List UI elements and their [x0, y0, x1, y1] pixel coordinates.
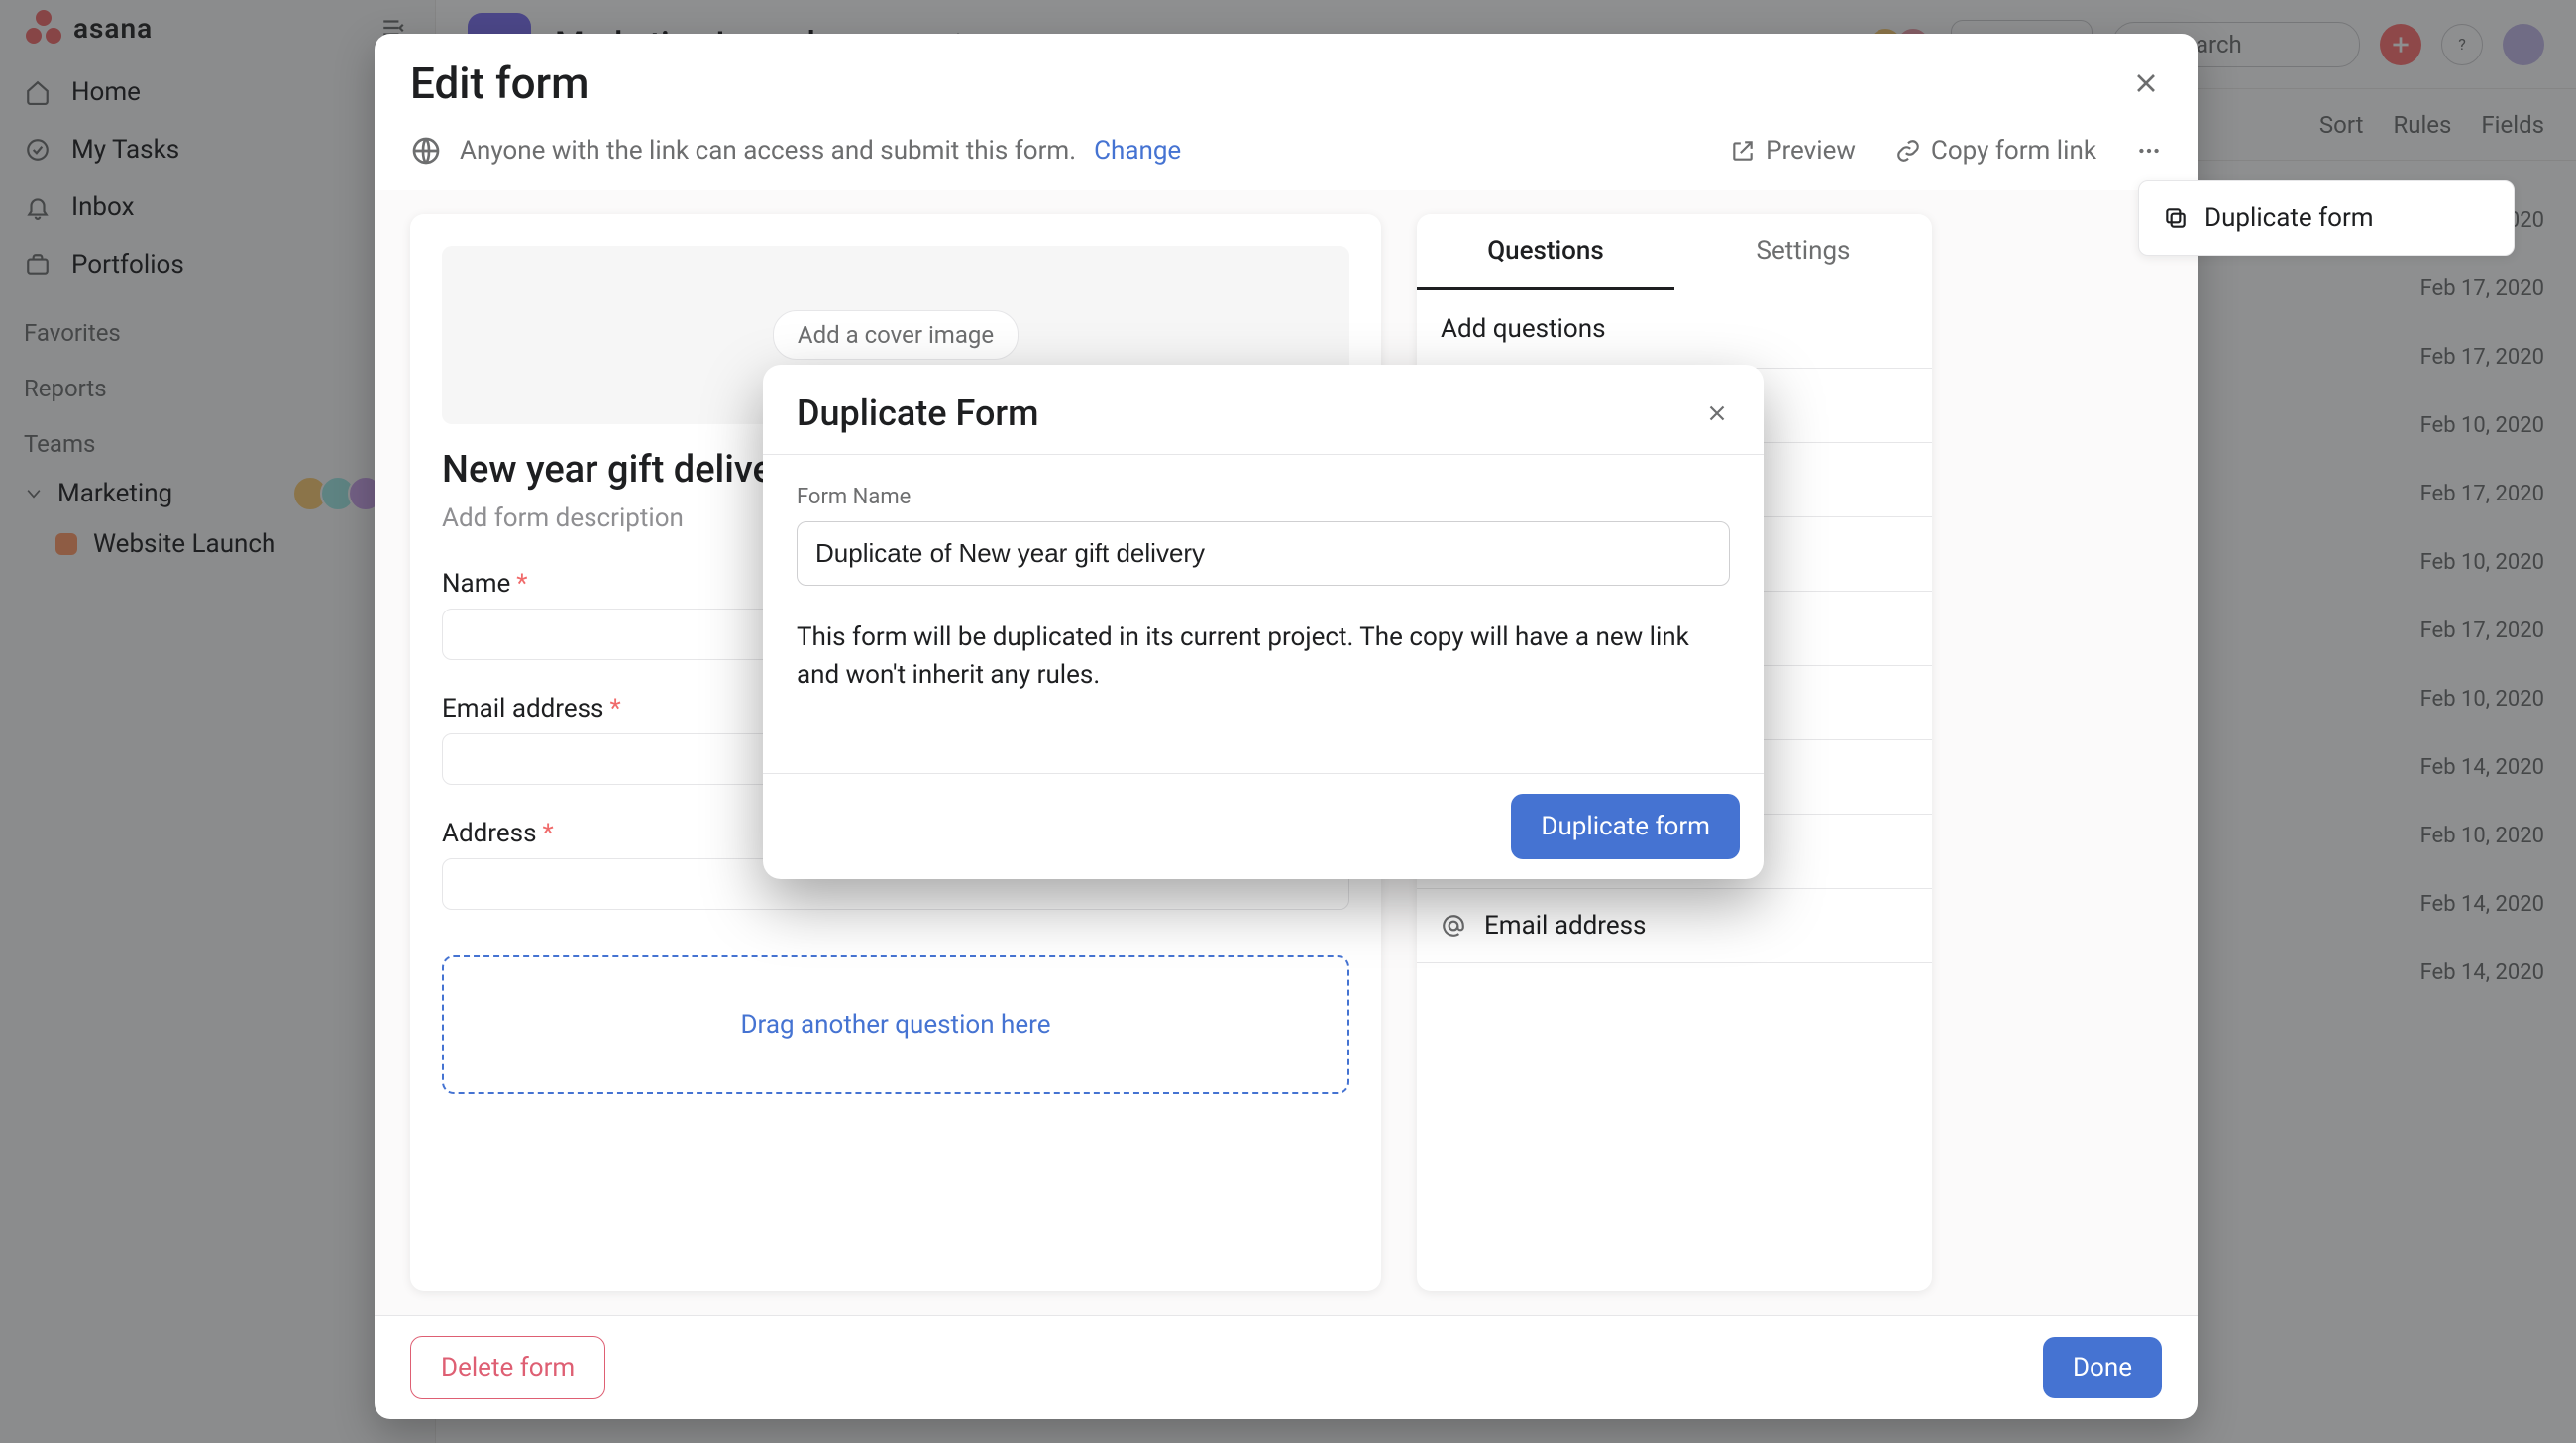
- context-menu: Duplicate form: [2138, 180, 2515, 256]
- globe-icon: [410, 135, 442, 166]
- required-indicator: *: [542, 819, 553, 848]
- copy-icon: [2163, 205, 2189, 231]
- required-indicator: *: [609, 694, 620, 723]
- close-icon[interactable]: [2130, 67, 2162, 99]
- close-icon[interactable]: [1704, 400, 1730, 426]
- access-text: Anyone with the link can access and subm…: [460, 136, 1076, 166]
- question-type-email[interactable]: Email address: [1417, 889, 1932, 963]
- external-link-icon: [1730, 138, 1756, 164]
- modal-title: Duplicate Form: [797, 392, 1039, 434]
- tab-questions[interactable]: Questions: [1417, 214, 1674, 290]
- modal-note: This form will be duplicated in its curr…: [797, 619, 1730, 694]
- link-icon: [1895, 138, 1921, 164]
- done-button[interactable]: Done: [2043, 1337, 2162, 1398]
- duplicate-form-modal: Duplicate Form Form Name This form will …: [763, 365, 1764, 879]
- preview-button[interactable]: Preview: [1730, 136, 1856, 166]
- menu-item-label: Duplicate form: [2204, 203, 2374, 233]
- drop-question-area[interactable]: Drag another question here: [442, 955, 1349, 1094]
- required-indicator: *: [516, 569, 527, 599]
- form-name-label: Form Name: [797, 485, 1730, 509]
- tab-settings[interactable]: Settings: [1674, 214, 1932, 290]
- form-name-input[interactable]: [797, 521, 1730, 586]
- panel-title: Edit form: [410, 57, 589, 109]
- duplicate-form-menu-item[interactable]: Duplicate form: [2149, 191, 2504, 245]
- at-icon: [1441, 913, 1468, 939]
- more-icon[interactable]: [2136, 138, 2162, 164]
- delete-form-button[interactable]: Delete form: [410, 1336, 605, 1399]
- copy-form-link-button[interactable]: Copy form link: [1895, 136, 2096, 166]
- add-questions-header: Add questions: [1417, 290, 1932, 369]
- add-cover-button[interactable]: Add a cover image: [773, 310, 1019, 360]
- change-access-link[interactable]: Change: [1094, 136, 1181, 166]
- duplicate-form-button[interactable]: Duplicate form: [1511, 794, 1740, 859]
